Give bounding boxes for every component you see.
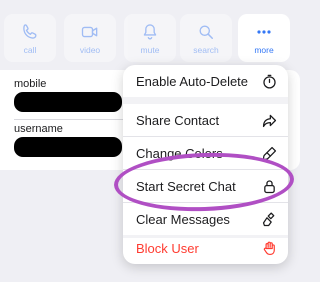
clear-brush-icon (262, 211, 275, 226)
search-button[interactable]: search (180, 14, 232, 62)
more-button[interactable]: more (238, 14, 290, 62)
divider (14, 119, 134, 120)
timer-icon (263, 74, 276, 89)
more-label: more (254, 45, 274, 55)
search-icon (199, 25, 213, 39)
username-row[interactable]: username (14, 123, 122, 157)
menu-section-gap (123, 97, 288, 104)
lock-icon (264, 179, 275, 193)
menu-item-clear-messages[interactable]: Clear Messages (123, 203, 288, 235)
menu-item-block-user[interactable]: Block User (123, 232, 288, 264)
action-bar: call video mute search more (0, 0, 300, 70)
search-label: search (193, 45, 219, 55)
menu-item-share-contact[interactable]: Share Contact (123, 104, 288, 136)
call-button[interactable]: call (4, 14, 56, 62)
mute-button[interactable]: mute (124, 14, 176, 62)
menu-item-enable-auto-delete[interactable]: Enable Auto-Delete (123, 65, 288, 97)
video-camera-icon (81, 26, 98, 38)
menu-item-label: Start Secret Chat (136, 178, 236, 194)
brush-icon (262, 146, 277, 160)
more-context-menu: Enable Auto-Delete Share Contact Change … (123, 65, 288, 264)
menu-item-label: Block User (136, 240, 199, 256)
mobile-row[interactable]: mobile (14, 78, 122, 112)
more-dots-icon (257, 30, 271, 34)
mute-label: mute (140, 45, 160, 55)
share-arrow-icon (262, 114, 277, 127)
menu-item-label: Clear Messages (136, 211, 230, 227)
menu-item-label: Enable Auto-Delete (136, 73, 249, 89)
phone-icon (23, 24, 37, 39)
menu-item-label: Change Colors (136, 145, 223, 161)
call-label: call (23, 45, 37, 55)
menu-item-change-colors[interactable]: Change Colors (123, 137, 288, 169)
video-button[interactable]: video (64, 14, 116, 62)
redacted-username (14, 137, 122, 157)
video-label: video (79, 45, 101, 55)
stop-hand-icon (263, 241, 275, 255)
redacted-phone-number (14, 92, 122, 112)
menu-item-label: Share Contact (136, 112, 220, 128)
username-label: username (14, 123, 63, 135)
mobile-label: mobile (14, 78, 47, 90)
bell-icon (143, 24, 157, 40)
menu-item-start-secret-chat[interactable]: Start Secret Chat (123, 170, 288, 202)
